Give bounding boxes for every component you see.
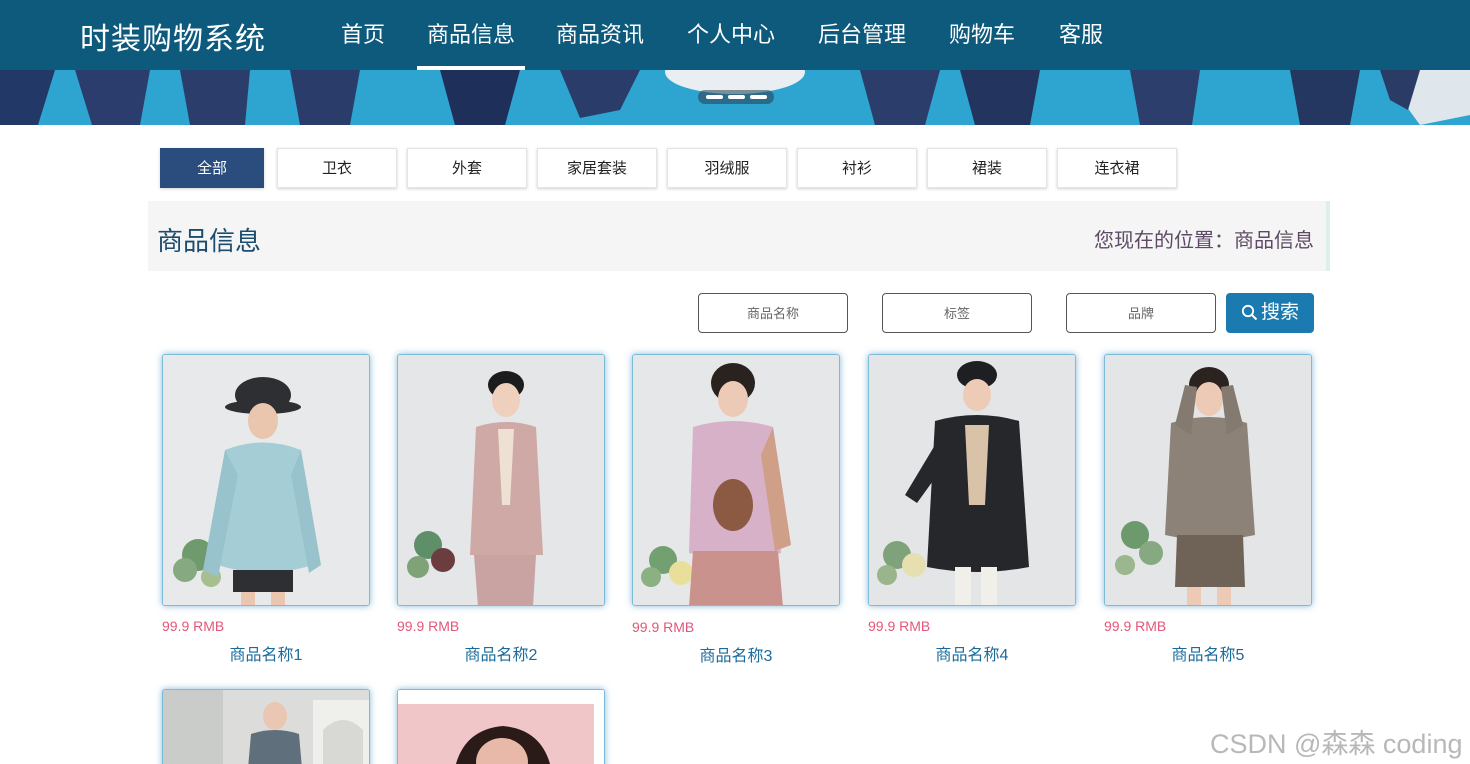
search-name-input[interactable] (698, 293, 848, 333)
product-price-3: 99.9 RMB (632, 619, 695, 635)
product-image-3[interactable] (632, 354, 840, 606)
carousel-dot-3[interactable] (750, 95, 767, 99)
nav-news[interactable]: 商品资讯 (555, 0, 645, 70)
carousel-dot-2[interactable] (728, 95, 745, 99)
nav-personal-center[interactable]: 个人中心 (686, 0, 776, 70)
product-name-4[interactable]: 商品名称4 (868, 641, 1076, 665)
nav-admin[interactable]: 后台管理 (817, 0, 907, 70)
title-bar: 商品信息 您现在的位置：商品信息 (148, 201, 1330, 271)
product-name-2[interactable]: 商品名称2 (397, 641, 605, 665)
top-navbar: 时装购物系统 首页 商品信息 商品资讯 个人中心 后台管理 购物车 客服 (0, 0, 1470, 70)
category-loungewear[interactable]: 家居套装 (537, 148, 657, 188)
breadcrumb-location: 您现在的位置：商品信息 (1094, 230, 1314, 252)
product-name-1[interactable]: 商品名称1 (162, 641, 370, 665)
nav-home[interactable]: 首页 (340, 0, 386, 70)
category-down-jacket[interactable]: 羽绒服 (667, 148, 787, 188)
product-image-6[interactable] (162, 689, 370, 764)
product-image-4[interactable] (868, 354, 1076, 606)
product-price-5: 99.9 RMB (1104, 618, 1167, 634)
page-title: 商品信息 (157, 226, 262, 256)
csdn-watermark: CSDN @森森 coding (1210, 729, 1463, 759)
category-dress[interactable]: 连衣裙 (1057, 148, 1177, 188)
category-shirt[interactable]: 衬衫 (797, 148, 917, 188)
carousel-dot-1[interactable] (706, 95, 723, 99)
brand-title[interactable]: 时装购物系统 (80, 14, 266, 58)
banner-carousel[interactable] (0, 70, 1470, 125)
product-name-5[interactable]: 商品名称5 (1104, 641, 1312, 665)
category-hoodie[interactable]: 卫衣 (277, 148, 397, 188)
product-price-4: 99.9 RMB (868, 618, 931, 634)
product-name-3[interactable]: 商品名称3 (632, 642, 840, 666)
product-image-7[interactable] (397, 689, 605, 764)
search-button[interactable]: 搜索 (1226, 293, 1314, 333)
product-price-2: 99.9 RMB (397, 618, 460, 634)
category-skirt[interactable]: 裙装 (927, 148, 1047, 188)
search-button-label: 搜索 (1260, 302, 1299, 323)
search-brand-input[interactable] (1066, 293, 1216, 333)
search-tag-input[interactable] (882, 293, 1032, 333)
carousel-indicators (698, 90, 774, 104)
nav-cart[interactable]: 购物车 (948, 0, 1016, 70)
search-icon (1241, 304, 1258, 321)
category-coat[interactable]: 外套 (407, 148, 527, 188)
nav-products[interactable]: 商品信息 (417, 0, 525, 70)
product-image-2[interactable] (397, 354, 605, 606)
product-image-5[interactable] (1104, 354, 1312, 606)
product-image-1[interactable] (162, 354, 370, 606)
nav-customer-service[interactable]: 客服 (1058, 0, 1104, 70)
product-price-1: 99.9 RMB (162, 618, 225, 634)
category-all[interactable]: 全部 (160, 148, 264, 188)
